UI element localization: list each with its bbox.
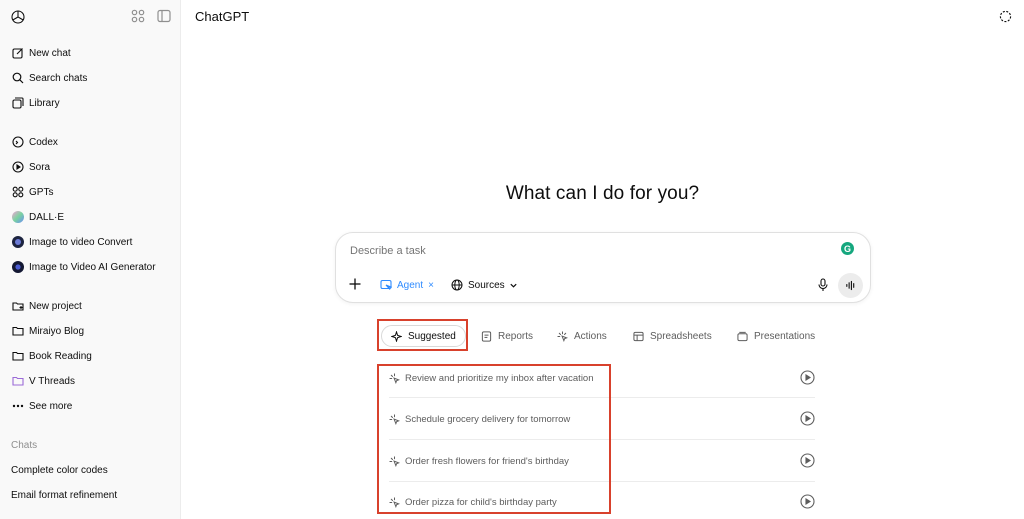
codex-icon — [11, 136, 24, 149]
globe-icon — [451, 279, 463, 291]
chat-item[interactable]: Complete color codes — [11, 465, 108, 476]
composer: G Agent × Sources — [335, 232, 871, 303]
sources-button[interactable]: Sources — [451, 277, 518, 293]
tab-label: Spreadsheets — [650, 330, 712, 342]
new-folder-icon — [11, 300, 24, 313]
play-icon[interactable] — [800, 494, 815, 509]
agent-label: Agent — [397, 279, 424, 291]
agent-chip[interactable]: Agent × — [380, 277, 434, 293]
sidebar-item-new-project[interactable]: New project — [11, 297, 82, 315]
spreadsheet-icon — [633, 331, 644, 341]
search-icon — [11, 72, 24, 85]
annotation-highlight-tab — [377, 319, 468, 351]
play-icon[interactable] — [800, 411, 815, 426]
sidebar-toggle-icon[interactable] — [157, 9, 171, 23]
sidebar-item-label: Search chats — [29, 72, 88, 84]
voice-mode-button[interactable] — [838, 273, 863, 298]
sidebar-item-v-threads[interactable]: V Threads — [11, 372, 75, 390]
sidebar-item-label: Sora — [29, 161, 51, 173]
app-title[interactable]: ChatGPT — [195, 9, 249, 24]
sidebar-item-see-more[interactable]: See more — [11, 397, 72, 415]
sidebar-item-label: Image to video Convert — [29, 236, 133, 248]
tab-spreadsheets[interactable]: Spreadsheets — [624, 325, 721, 347]
grammarly-icon[interactable]: G — [841, 242, 854, 255]
chevron-down-icon — [510, 283, 517, 288]
sidebar-item-miraiyo-blog[interactable]: Miraiyo Blog — [11, 322, 84, 340]
sidebar-item-label: Miraiyo Blog — [29, 325, 85, 337]
sora-icon — [11, 161, 24, 174]
play-icon[interactable] — [800, 453, 815, 468]
waveform-icon — [846, 280, 855, 291]
sidebar-item-label: DALL·E — [29, 211, 65, 223]
openai-logo-icon[interactable] — [10, 9, 26, 25]
sidebar-item-image-to-video-ai-generator[interactable]: Image to Video AI Generator — [11, 258, 156, 276]
tab-reports[interactable]: Reports — [472, 325, 542, 347]
play-icon[interactable] — [800, 370, 815, 385]
sidebar: New chat Search chats Library Codex Sora… — [0, 0, 181, 519]
sidebar-item-image-to-video-convert[interactable]: Image to video Convert — [11, 233, 132, 251]
folder-icon — [11, 325, 24, 338]
sidebar-item-label: New project — [29, 300, 82, 312]
folder-icon — [11, 375, 24, 388]
library-icon — [11, 97, 24, 110]
report-icon — [481, 330, 492, 342]
sidebar-item-library[interactable]: Library — [11, 94, 60, 112]
agent-icon — [380, 279, 392, 290]
presentation-icon — [737, 331, 748, 341]
tab-label: Reports — [498, 330, 534, 342]
annotation-highlight-suggestions — [377, 364, 611, 514]
dalle-icon — [11, 211, 24, 224]
microphone-icon[interactable] — [817, 278, 829, 292]
sidebar-item-new-chat[interactable]: New chat — [11, 44, 71, 62]
tab-actions[interactable]: Actions — [548, 325, 616, 347]
sidebar-item-label: See more — [29, 400, 73, 412]
temporary-chat-icon[interactable] — [999, 10, 1012, 23]
grid-icon[interactable] — [131, 9, 145, 23]
page-heading: What can I do for you? — [505, 183, 700, 204]
sidebar-item-book-reading[interactable]: Book Reading — [11, 347, 92, 365]
sidebar-item-dalle[interactable]: DALL·E — [11, 208, 64, 226]
gpt-avatar-icon — [11, 261, 24, 274]
tab-label: Actions — [574, 330, 607, 342]
remove-agent-button[interactable]: × — [428, 280, 434, 291]
sidebar-item-codex[interactable]: Codex — [11, 133, 58, 151]
edit-icon — [11, 47, 24, 60]
task-input[interactable] — [350, 245, 770, 257]
sidebar-item-label: V Threads — [29, 375, 75, 387]
folder-icon — [11, 350, 24, 363]
plus-icon[interactable] — [348, 277, 362, 291]
sidebar-item-label: Book Reading — [29, 350, 92, 362]
chats-section-label: Chats — [11, 440, 38, 451]
sidebar-item-label: Codex — [29, 136, 58, 148]
sources-label: Sources — [468, 279, 505, 291]
sidebar-item-label: Library — [29, 97, 60, 109]
more-icon — [11, 400, 24, 413]
sidebar-item-label: Image to Video AI Generator — [29, 261, 156, 273]
sidebar-item-label: New chat — [29, 47, 71, 59]
tab-presentations[interactable]: Presentations — [728, 325, 824, 347]
tab-label: Presentations — [754, 330, 816, 342]
gpt-avatar-icon — [11, 236, 24, 249]
sidebar-item-search-chats[interactable]: Search chats — [11, 69, 87, 87]
sidebar-item-sora[interactable]: Sora — [11, 158, 50, 176]
actions-icon — [557, 330, 568, 342]
chat-item[interactable]: Email format refinement — [11, 490, 117, 501]
